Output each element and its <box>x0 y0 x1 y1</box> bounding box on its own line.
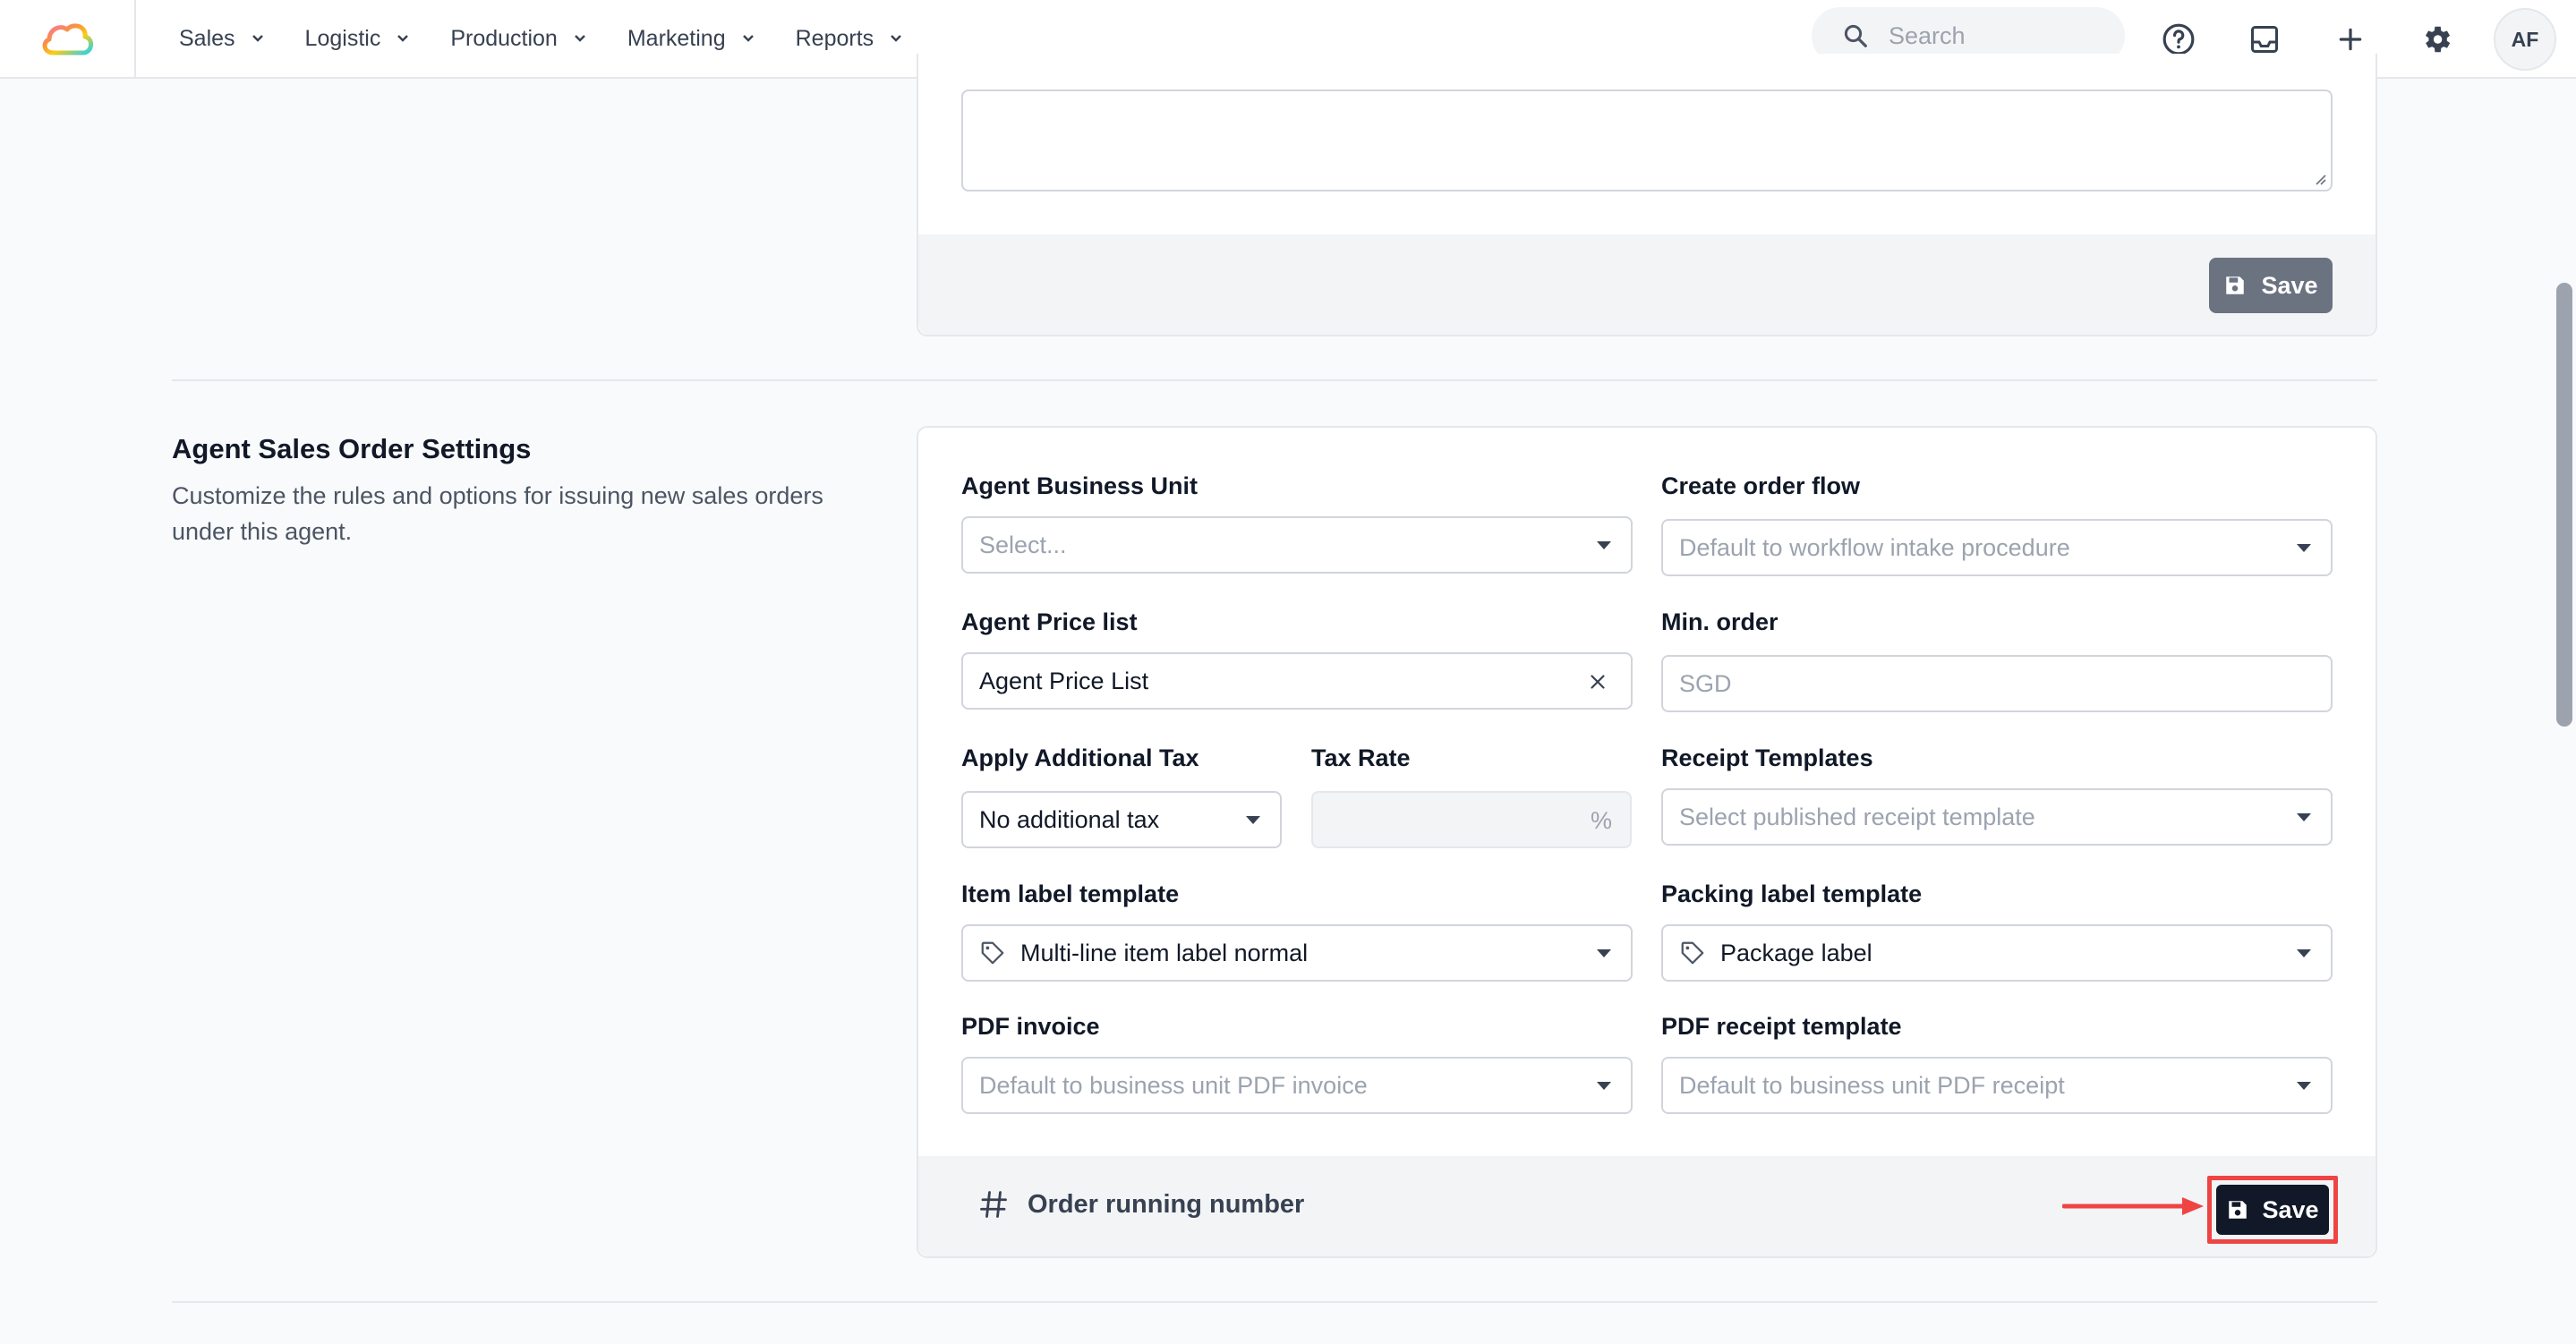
pdf-receipt-template-label: PDF receipt template <box>1661 1013 1902 1040</box>
scrollbar-thumb[interactable] <box>2556 283 2572 727</box>
create-order-flow-label: Create order flow <box>1661 472 1861 499</box>
caret-down-icon <box>1246 816 1260 824</box>
avatar-initials: AF <box>2511 27 2539 51</box>
nav-reports[interactable]: Reports <box>796 26 903 52</box>
notes-save-button[interactable]: Save <box>2209 258 2333 313</box>
item-label-template-label: Item label template <box>961 880 1180 907</box>
settings-save-button[interactable]: Save <box>2216 1185 2329 1235</box>
apply-additional-tax-value: No additional tax <box>979 805 1160 833</box>
nav-sales[interactable]: Sales <box>179 26 264 52</box>
agent-business-unit-label: Agent Business Unit <box>961 472 1198 499</box>
section-description: Customize the rules and options for issu… <box>172 482 823 545</box>
settings-save-label: Save <box>2262 1195 2319 1223</box>
caret-down-icon <box>2297 544 2311 552</box>
chevron-down-icon <box>397 34 409 43</box>
chevron-down-icon <box>252 34 264 43</box>
cloud-logo-icon <box>42 23 93 55</box>
pdf-invoice-select[interactable]: Default to business unit PDF invoice <box>961 1057 1633 1114</box>
nav-logistic[interactable]: Logistic <box>305 26 410 52</box>
nav-marketing-label: Marketing <box>627 25 726 51</box>
caret-down-icon <box>2297 1082 2311 1090</box>
tax-rate-input[interactable]: % <box>1311 791 1632 848</box>
nav-reports-label: Reports <box>795 25 874 51</box>
receipt-templates-placeholder: Select published receipt template <box>1679 803 2035 830</box>
item-label-template-value: Multi-line item label normal <box>1020 939 1309 966</box>
agent-price-list-label: Agent Price list <box>961 608 1138 635</box>
search-input[interactable] <box>1889 21 2086 50</box>
agent-business-unit-placeholder: Select... <box>979 531 1067 558</box>
packing-label-template-select[interactable]: Package label <box>1661 924 2333 982</box>
floppy-disk-icon <box>2229 1201 2248 1219</box>
packing-label-template-label: Packing label template <box>1661 880 1923 907</box>
inbox-icon <box>2251 26 2278 53</box>
caret-down-icon <box>1597 949 1611 957</box>
app-logo[interactable] <box>0 0 136 78</box>
min-order-label: Min. order <box>1661 608 1778 635</box>
help-icon <box>2162 23 2195 55</box>
notes-card-footer <box>918 234 2376 335</box>
receipt-templates-select[interactable]: Select published receipt template <box>1661 788 2333 846</box>
notes-save-label: Save <box>2261 271 2318 299</box>
notes-textarea[interactable] <box>961 89 2333 191</box>
clear-icon[interactable] <box>1586 670 1609 693</box>
hash-icon <box>980 1191 1007 1218</box>
section-divider <box>172 1301 2377 1303</box>
min-order-input[interactable]: SGD <box>1661 655 2333 712</box>
section-divider <box>172 379 2377 381</box>
chevron-down-icon <box>742 34 755 43</box>
main-nav: Sales Logistic Production Marketing Repo… <box>179 26 943 52</box>
caret-down-icon <box>1597 541 1611 549</box>
pdf-receipt-template-select[interactable]: Default to business unit PDF receipt <box>1661 1057 2333 1114</box>
nav-production-label: Production <box>450 25 558 51</box>
apply-additional-tax-select[interactable]: No additional tax <box>961 791 1282 848</box>
pdf-invoice-placeholder: Default to business unit PDF invoice <box>979 1071 1368 1099</box>
search-icon <box>1844 24 1867 47</box>
pdf-receipt-template-placeholder: Default to business unit PDF receipt <box>1679 1071 2065 1099</box>
nav-marketing[interactable]: Marketing <box>627 26 755 52</box>
chevron-down-icon <box>574 34 586 43</box>
floppy-disk-icon <box>2226 276 2245 294</box>
settings-button[interactable] <box>2415 18 2458 61</box>
tax-rate-label: Tax Rate <box>1311 744 1411 771</box>
agent-price-list-select[interactable]: Agent Price List <box>961 652 1633 710</box>
receipt-templates-label: Receipt Templates <box>1661 744 1873 771</box>
agent-business-unit-select[interactable]: Select... <box>961 516 1633 574</box>
nav-logistic-label: Logistic <box>304 25 381 51</box>
agent-price-list-value: Agent Price List <box>979 667 1149 694</box>
nav-sales-label: Sales <box>179 25 235 51</box>
create-order-flow-placeholder: Default to workflow intake procedure <box>1679 533 2070 561</box>
caret-down-icon <box>2297 949 2311 957</box>
order-running-number-label: Order running number <box>1028 1189 1305 1219</box>
resize-grip-icon[interactable] <box>2313 172 2327 186</box>
nav-production[interactable]: Production <box>450 26 586 52</box>
caret-down-icon <box>2297 813 2311 821</box>
order-running-number-button[interactable]: Order running number <box>977 1188 1304 1221</box>
create-order-flow-select[interactable]: Default to workflow intake procedure <box>1661 519 2333 576</box>
gear-icon <box>2425 26 2451 53</box>
chevron-down-icon <box>890 34 902 43</box>
packing-label-template-value: Package label <box>1720 939 1872 966</box>
section-title: Agent Sales Order Settings <box>172 433 532 464</box>
apply-additional-tax-label: Apply Additional Tax <box>961 744 1199 771</box>
tax-rate-suffix: % <box>1590 807 1612 834</box>
plus-icon <box>2339 28 2362 51</box>
tag-icon <box>979 940 1006 966</box>
pdf-invoice-label: PDF invoice <box>961 1013 1100 1040</box>
user-avatar[interactable]: AF <box>2494 8 2556 71</box>
arrow-right-annotation <box>2062 1197 2204 1215</box>
caret-down-icon <box>1597 1082 1611 1090</box>
tag-icon <box>1679 940 1706 966</box>
item-label-template-select[interactable]: Multi-line item label normal <box>961 924 1633 982</box>
min-order-placeholder: SGD <box>1679 669 1732 697</box>
